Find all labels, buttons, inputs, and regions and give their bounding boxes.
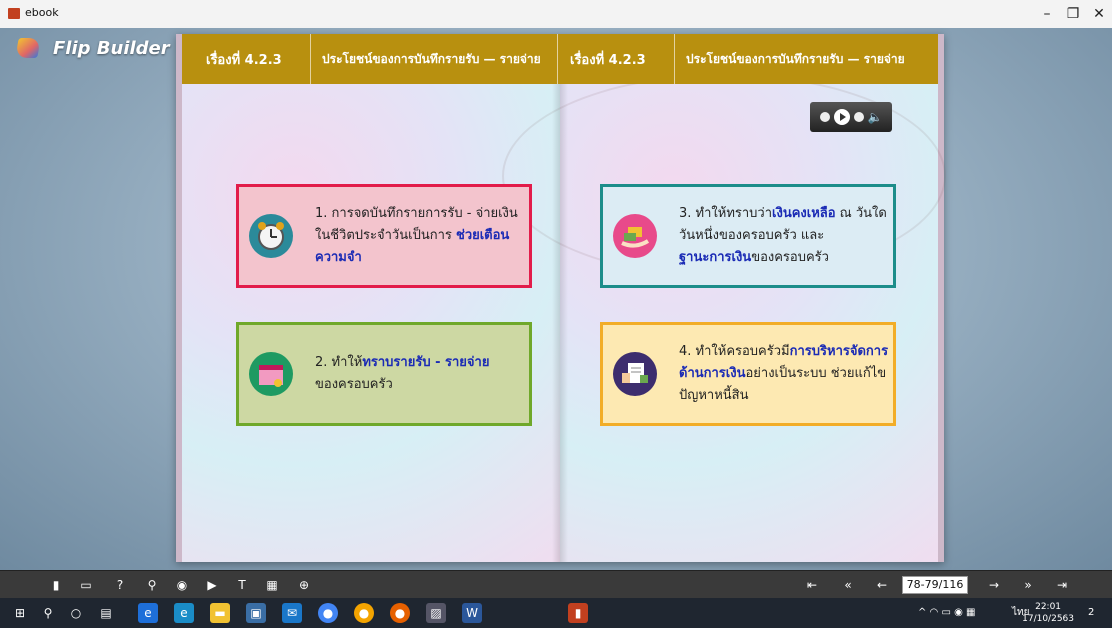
alarm-clock-icon <box>249 214 293 258</box>
header-divider <box>674 34 675 84</box>
benefit-card-3: 3. ทำให้ทราบว่าเงินคงเหลือ ณ วันใดวันหนึ… <box>600 184 896 288</box>
volume-icon[interactable]: 🔈 <box>868 110 883 124</box>
card-highlight: ทราบรายรับ - รายจ่าย <box>362 355 490 370</box>
play-icon[interactable] <box>833 109 850 125</box>
card-text: 4. ทำให้ครอบครัวมีการบริหารจัดการด้านการ… <box>679 341 893 407</box>
next-page-icon[interactable]: » <box>1018 575 1038 595</box>
ebook-app-icon[interactable]: ▮ <box>568 603 588 623</box>
left-topic-title: ประโยชน์ของการบันทึกรายรับ — รายจ่าย <box>322 51 541 66</box>
clock[interactable]: 22:01 17/10/2563 <box>1022 601 1074 625</box>
card-text-part: ของครอบครัว <box>315 377 393 392</box>
card-text: 2. ทำให้ทราบรายรับ - รายจ่าย ของครอบครัว <box>315 352 489 396</box>
benefit-card-4: 4. ทำให้ครอบครัวมีการบริหารจัดการด้านการ… <box>600 322 896 426</box>
windows-taskbar: ⊞ ⚲ ○ ▤ e e ▬ ▣ ✉ ● ● ● ▨ W ▮ ^ ◠ ▭ ◉ ▦ … <box>0 598 1112 628</box>
clock-date: 17/10/2563 <box>1022 614 1074 624</box>
firefox-icon[interactable]: ● <box>390 603 410 623</box>
autoplay-icon[interactable]: ▶ <box>202 575 222 595</box>
rewind-icon[interactable] <box>819 112 830 122</box>
bookmark-icon[interactable]: ▮ <box>46 575 66 595</box>
card-text-part: ของครอบครัว <box>751 250 829 265</box>
search-icon[interactable]: ⚲ <box>142 575 162 595</box>
cortana-icon[interactable]: ○ <box>66 603 86 623</box>
money-hand-icon <box>613 214 657 258</box>
left-topic-number: เรื่องที่ 4.2.3 <box>206 52 282 68</box>
notification-count: 2 <box>1088 607 1095 618</box>
page-indicator[interactable]: 78-79/116 <box>902 576 968 594</box>
card-text-part: 3. ทำให้ทราบว่า <box>679 206 773 221</box>
chrome-canary-icon[interactable]: ● <box>354 603 374 623</box>
search-icon[interactable]: ⚲ <box>38 603 58 623</box>
finance-document-icon <box>613 352 657 396</box>
right-topic-title: ประโยชน์ของการบันทึกรายรับ — รายจ่าย <box>686 51 905 66</box>
reader-stage: Flip Builder ‹ › เรื่องที่ 4.2.3 ประโยชน… <box>0 28 1112 570</box>
brand-name: Flip Builder <box>53 37 170 59</box>
first-page-icon[interactable]: ⇤ <box>802 575 822 595</box>
benefit-card-1: 1. การจดบันทึกรายการรับ - จ่ายเงินในชีวิ… <box>236 184 532 288</box>
brand: Flip Builder <box>15 36 170 60</box>
task-view-icon[interactable]: ▤ <box>96 603 116 623</box>
store-icon[interactable]: ▣ <box>246 603 266 623</box>
start-icon[interactable]: ⊞ <box>10 603 30 623</box>
forward-icon[interactable] <box>853 112 864 122</box>
card-highlight: ฐานะการเงิน <box>679 250 752 265</box>
audio-player[interactable]: 🔈 <box>810 102 892 132</box>
notification-icon[interactable]: 2 <box>1088 598 1094 628</box>
help-icon[interactable]: ? <box>110 575 130 595</box>
close-button[interactable]: ✕ <box>1086 4 1112 24</box>
left-page[interactable] <box>182 34 560 562</box>
minimize-button[interactable]: – <box>1034 4 1060 24</box>
thumbnails-icon[interactable]: ▦ <box>262 575 282 595</box>
text-icon[interactable]: T <box>232 575 252 595</box>
header-divider <box>557 34 558 84</box>
last-page-icon[interactable]: ⇥ <box>1052 575 1072 595</box>
header-divider <box>310 34 311 84</box>
screen-icon[interactable]: ▭ <box>76 575 96 595</box>
calendar-icon <box>249 352 293 396</box>
tray-icons[interactable]: ^ ◠ ▭ ◉ ▦ <box>918 598 975 628</box>
flip-builder-logo-icon <box>15 36 45 60</box>
card-text: 1. การจดบันทึกรายการรับ - จ่ายเงินในชีวิ… <box>315 203 529 269</box>
window-titlebar: ebook – ❐ ✕ <box>0 0 1112 28</box>
edge-icon[interactable]: e <box>174 603 194 623</box>
card-text-part: 2. ทำให้ <box>315 355 363 370</box>
sound-icon[interactable]: ◉ <box>172 575 192 595</box>
mail-icon[interactable]: ✉ <box>282 603 302 623</box>
window-title: ebook <box>25 6 59 19</box>
card-text: 3. ทำให้ทราบว่าเงินคงเหลือ ณ วันใดวันหนึ… <box>679 203 893 269</box>
right-topic-number: เรื่องที่ 4.2.3 <box>570 52 646 68</box>
back-icon[interactable]: ← <box>872 575 892 595</box>
zoom-icon[interactable]: ⊕ <box>294 575 314 595</box>
benefit-card-2: 2. ทำให้ทราบรายรับ - รายจ่าย ของครอบครัว <box>236 322 532 426</box>
clock-time: 22:01 <box>1035 602 1062 612</box>
photos-icon[interactable]: ▨ <box>426 603 446 623</box>
flipbook: เรื่องที่ 4.2.3 ประโยชน์ของการบันทึกรายร… <box>176 34 946 562</box>
word-icon[interactable]: W <box>462 603 482 623</box>
app-icon <box>8 8 20 19</box>
ie-icon[interactable]: e <box>138 603 158 623</box>
maximize-button[interactable]: ❐ <box>1060 4 1086 24</box>
file-explorer-icon[interactable]: ▬ <box>210 603 230 623</box>
forward-icon[interactable]: → <box>984 575 1004 595</box>
prev-page-icon[interactable]: « <box>838 575 858 595</box>
card-highlight: เงินคงเหลือ <box>772 206 836 221</box>
reader-toolbar: ▮ ▭ ? ⚲ ◉ ▶ T ▦ ⊕ ⇤ « ← 78-79/116 → » ⇥ <box>0 570 1112 599</box>
chrome-icon[interactable]: ● <box>318 603 338 623</box>
card-text-part: 4. ทำให้ครอบครัวมี <box>679 344 790 359</box>
